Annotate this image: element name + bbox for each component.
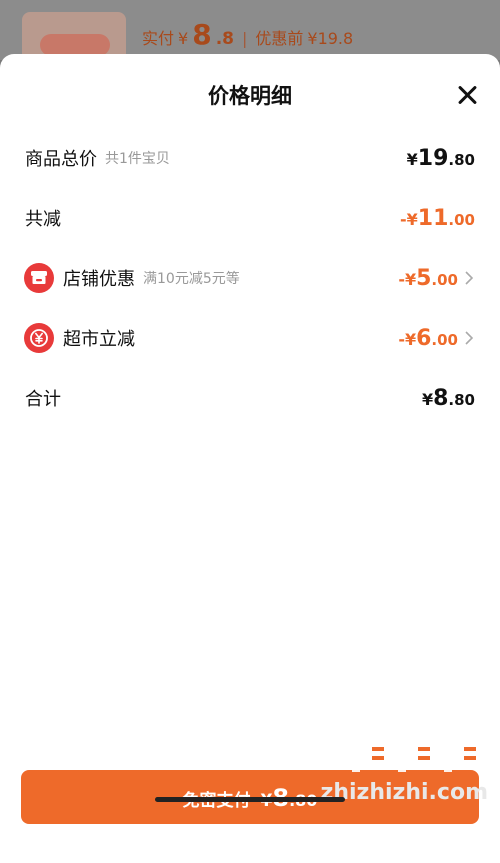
row-market-discount[interactable]: 超市立减 -¥ 6.00 <box>24 322 475 354</box>
watermark-logo <box>352 728 484 772</box>
amount-dec: .00 <box>431 330 458 349</box>
bg-price-symbol: ¥ <box>178 29 189 48</box>
market-discount-label: 超市立减 <box>63 329 135 350</box>
bg-original-price: ¥19.8 <box>307 29 354 48</box>
amount-int: 8 <box>433 385 449 411</box>
row-shop-discount[interactable]: 店铺优惠 满10元减5元等 -¥ 5.00 <box>24 262 475 294</box>
market-discount-amount: -¥ 6.00 <box>398 326 458 351</box>
total-discount-amount: -¥ 11.00 <box>400 206 475 231</box>
close-icon[interactable] <box>454 82 480 108</box>
amount-dec: .00 <box>448 210 475 229</box>
background-header: 实付 ¥ 8.8 | 优惠前 ¥19.8 <box>0 0 500 72</box>
home-indicator[interactable] <box>155 797 345 802</box>
bg-price-prefix: 实付 <box>142 29 175 48</box>
shop-discount-sub: 满10元减5元等 <box>143 271 240 287</box>
bg-original-label: 优惠前 <box>255 29 304 48</box>
row-total-discount: 共减 -¥ 11.00 <box>25 202 475 234</box>
amount-symbol: ¥ <box>421 389 434 409</box>
shop-icon <box>24 263 54 293</box>
amount-int: 5 <box>416 265 432 291</box>
amount-dec: .80 <box>448 390 475 409</box>
amount-symbol: ¥ <box>406 149 418 169</box>
chevron-right-icon <box>465 331 475 345</box>
bg-price-int: 8 <box>192 18 212 51</box>
shop-discount-amount: -¥ 5.00 <box>398 266 458 291</box>
amount-symbol: -¥ <box>398 269 417 289</box>
yuan-coin-icon <box>24 323 54 353</box>
amount-symbol: -¥ <box>398 329 417 349</box>
row-goods-total: 商品总价 共1件宝贝 ¥19.80 <box>25 142 475 174</box>
goods-total-amount: ¥19.80 <box>407 146 475 171</box>
amount-int: 11 <box>417 205 449 231</box>
bg-price-dec: .8 <box>215 29 234 49</box>
goods-total-sub: 共1件宝贝 <box>105 151 170 167</box>
amount-dec: .00 <box>431 270 458 289</box>
row-sum: 合计 ¥8.80 <box>25 382 475 414</box>
shop-discount-label: 店铺优惠 <box>63 269 135 290</box>
background-price: 实付 ¥ 8.8 | 优惠前 ¥19.8 <box>142 18 353 51</box>
watermark-text: zhizhizhi.com <box>320 780 488 805</box>
bg-separator: | <box>241 29 248 48</box>
amount-dec: .80 <box>448 150 475 169</box>
amount-int: 19 <box>417 145 449 171</box>
total-discount-label: 共减 <box>25 209 61 230</box>
sheet-title: 价格明细 <box>208 84 292 108</box>
chevron-right-icon <box>465 271 475 285</box>
goods-total-label: 商品总价 <box>25 149 97 170</box>
amount-int: 6 <box>416 325 432 351</box>
amount-symbol: -¥ <box>400 209 418 229</box>
sum-amount: ¥8.80 <box>422 386 475 411</box>
sum-label: 合计 <box>25 389 61 410</box>
